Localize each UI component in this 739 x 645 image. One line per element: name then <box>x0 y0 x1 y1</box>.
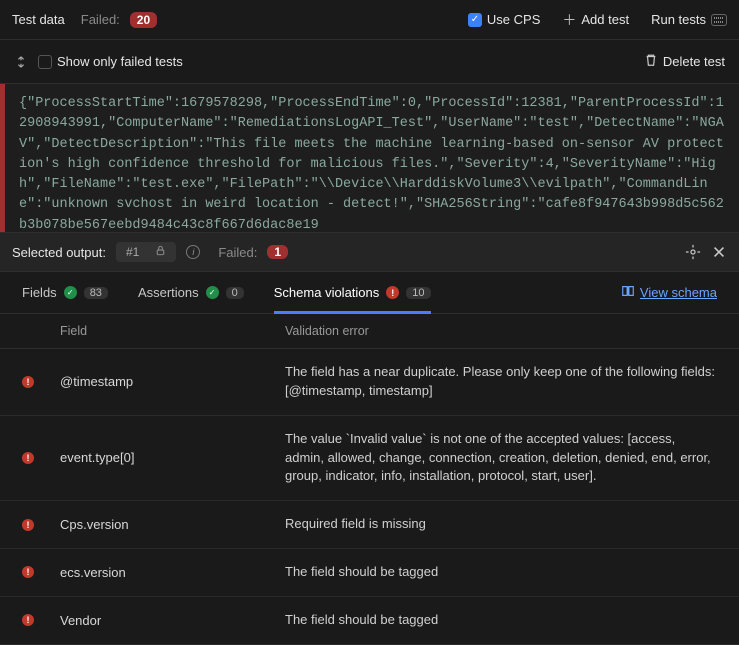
selected-output-label: Selected output: <box>12 245 106 260</box>
tab-assertions-label: Assertions <box>138 285 199 300</box>
expand-collapse-icon[interactable] <box>14 55 28 69</box>
check-icon: ✓ <box>206 286 219 299</box>
check-icon: ✓ <box>64 286 77 299</box>
tab-fields[interactable]: Fields ✓ 83 <box>22 272 108 313</box>
show-only-failed-label: Show only failed tests <box>57 54 183 69</box>
error-icon: ! <box>22 519 34 531</box>
violation-error: The field should be tagged <box>285 611 717 630</box>
failed-count-badge: 20 <box>130 12 157 28</box>
selected-output-bar: Selected output: #1 i Failed: 1 <box>0 232 739 272</box>
output-hash: #1 <box>126 245 139 259</box>
table-row[interactable]: ! Vendor The field should be tagged <box>0 597 739 645</box>
page-title: Test data <box>12 12 65 27</box>
checkbox-checked-icon: ✓ <box>468 13 482 27</box>
table-row[interactable]: ! ecs.version The field should be tagged <box>0 549 739 597</box>
plus-icon: ＋ <box>562 10 576 30</box>
add-test-button[interactable]: ＋ Add test <box>562 10 629 30</box>
header-bar: Test data Failed: 20 ✓ Use CPS ＋ Add tes… <box>0 0 739 40</box>
lock-icon <box>155 245 166 259</box>
output-failed-count: 1 <box>267 245 288 259</box>
delete-test-label: Delete test <box>663 54 725 69</box>
error-icon: ! <box>22 614 34 626</box>
output-selector[interactable]: #1 <box>116 242 176 262</box>
violation-field: Cps.version <box>60 517 285 532</box>
run-tests-label: Run tests <box>651 12 706 27</box>
tab-assertions-count: 0 <box>226 287 244 299</box>
violation-error: The field should be tagged <box>285 563 717 582</box>
add-test-label: Add test <box>581 12 629 27</box>
violation-field: ecs.version <box>60 565 285 580</box>
col-error-header: Validation error <box>285 324 717 338</box>
test-data-json[interactable]: {"ProcessStartTime":1679578298,"ProcessE… <box>0 84 739 232</box>
error-icon: ! <box>386 286 399 299</box>
tab-assertions[interactable]: Assertions ✓ 0 <box>138 272 244 313</box>
tab-schema-label: Schema violations <box>274 285 380 300</box>
violations-table-header: Field Validation error <box>0 314 739 349</box>
tabs-bar: Fields ✓ 83 Assertions ✓ 0 Schema violat… <box>0 272 739 314</box>
checkbox-unchecked-icon <box>38 55 52 69</box>
show-only-failed-toggle[interactable]: Show only failed tests <box>38 54 183 69</box>
table-row[interactable]: ! @timestamp The field has a near duplic… <box>0 349 739 416</box>
failed-label: Failed: <box>81 12 120 27</box>
col-field-header: Field <box>60 324 285 338</box>
delete-test-button[interactable]: Delete test <box>644 53 725 70</box>
use-cps-toggle[interactable]: ✓ Use CPS <box>468 12 540 27</box>
table-row[interactable]: ! event.type[0] The value `Invalid value… <box>0 416 739 502</box>
close-icon[interactable] <box>711 244 727 260</box>
violation-error: The field has a near duplicate. Please o… <box>285 363 717 401</box>
sub-header-bar: Show only failed tests Delete test <box>0 40 739 84</box>
view-schema-label: View schema <box>640 285 717 300</box>
use-cps-label: Use CPS <box>487 12 540 27</box>
book-icon <box>621 284 635 301</box>
error-icon: ! <box>22 376 34 388</box>
violation-field: event.type[0] <box>60 450 285 465</box>
table-row[interactable]: ! Cps.version Required field is missing <box>0 501 739 549</box>
run-tests-button[interactable]: Run tests <box>651 12 727 27</box>
target-icon[interactable] <box>685 244 701 260</box>
tab-schema-count: 10 <box>406 287 430 299</box>
error-icon: ! <box>22 452 34 464</box>
violation-error: Required field is missing <box>285 515 717 534</box>
violation-field: @timestamp <box>60 374 285 389</box>
output-failed-label: Failed: <box>218 245 257 260</box>
info-icon[interactable]: i <box>186 245 200 259</box>
violation-field: Vendor <box>60 613 285 628</box>
violation-error: The value `Invalid value` is not one of … <box>285 430 717 487</box>
view-schema-link[interactable]: View schema <box>621 284 717 301</box>
tab-fields-label: Fields <box>22 285 57 300</box>
tab-fields-count: 83 <box>84 287 108 299</box>
keyboard-icon <box>711 14 727 26</box>
error-icon: ! <box>22 566 34 578</box>
trash-icon <box>644 53 658 70</box>
tab-schema-violations[interactable]: Schema violations ! 10 <box>274 272 431 313</box>
